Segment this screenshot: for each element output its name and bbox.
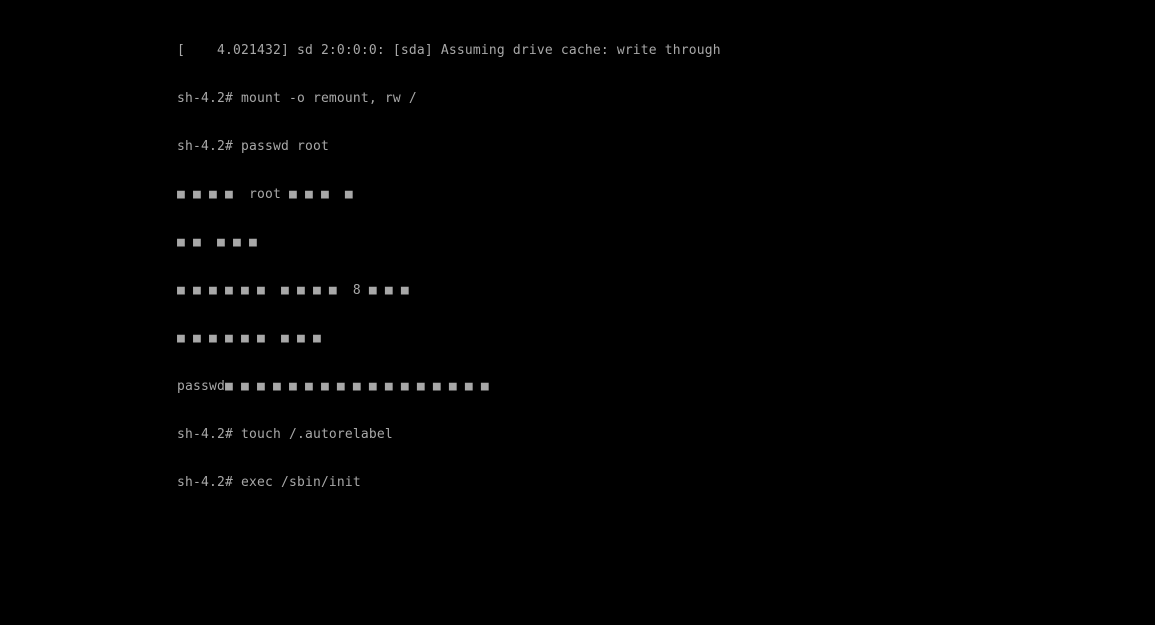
output-line: ■ ■ ■ ■ ■ ■ ■ ■ ■ ■ 8 ■ ■ ■ [177,283,409,298]
command-line-passwd: sh-4.2# passwd root [177,139,329,154]
passwd-prompt-line: passwd■ ■ ■ ■ ■ ■ ■ ■ ■ ■ ■ ■ ■ ■ ■ ■ ■ [177,379,489,394]
command-line-touch: sh-4.2# touch /.autorelabel [177,427,393,442]
output-line: ■ ■ ■ ■ ■ ■ ■ ■ ■ [177,331,321,346]
command-line-mount: sh-4.2# mount -o remount, rw / [177,91,417,106]
kernel-log-line: [ 4.021432] sd 2:0:0:0: [sda] Assuming d… [177,43,721,58]
output-line: ■ ■ ■ ■ ■ [177,235,257,250]
terminal-console[interactable]: [ 4.021432] sd 2:0:0:0: [sda] Assuming d… [177,11,721,507]
output-line: ■ ■ ■ ■ root ■ ■ ■ ■ [177,187,353,202]
command-line-exec: sh-4.2# exec /sbin/init [177,475,361,490]
